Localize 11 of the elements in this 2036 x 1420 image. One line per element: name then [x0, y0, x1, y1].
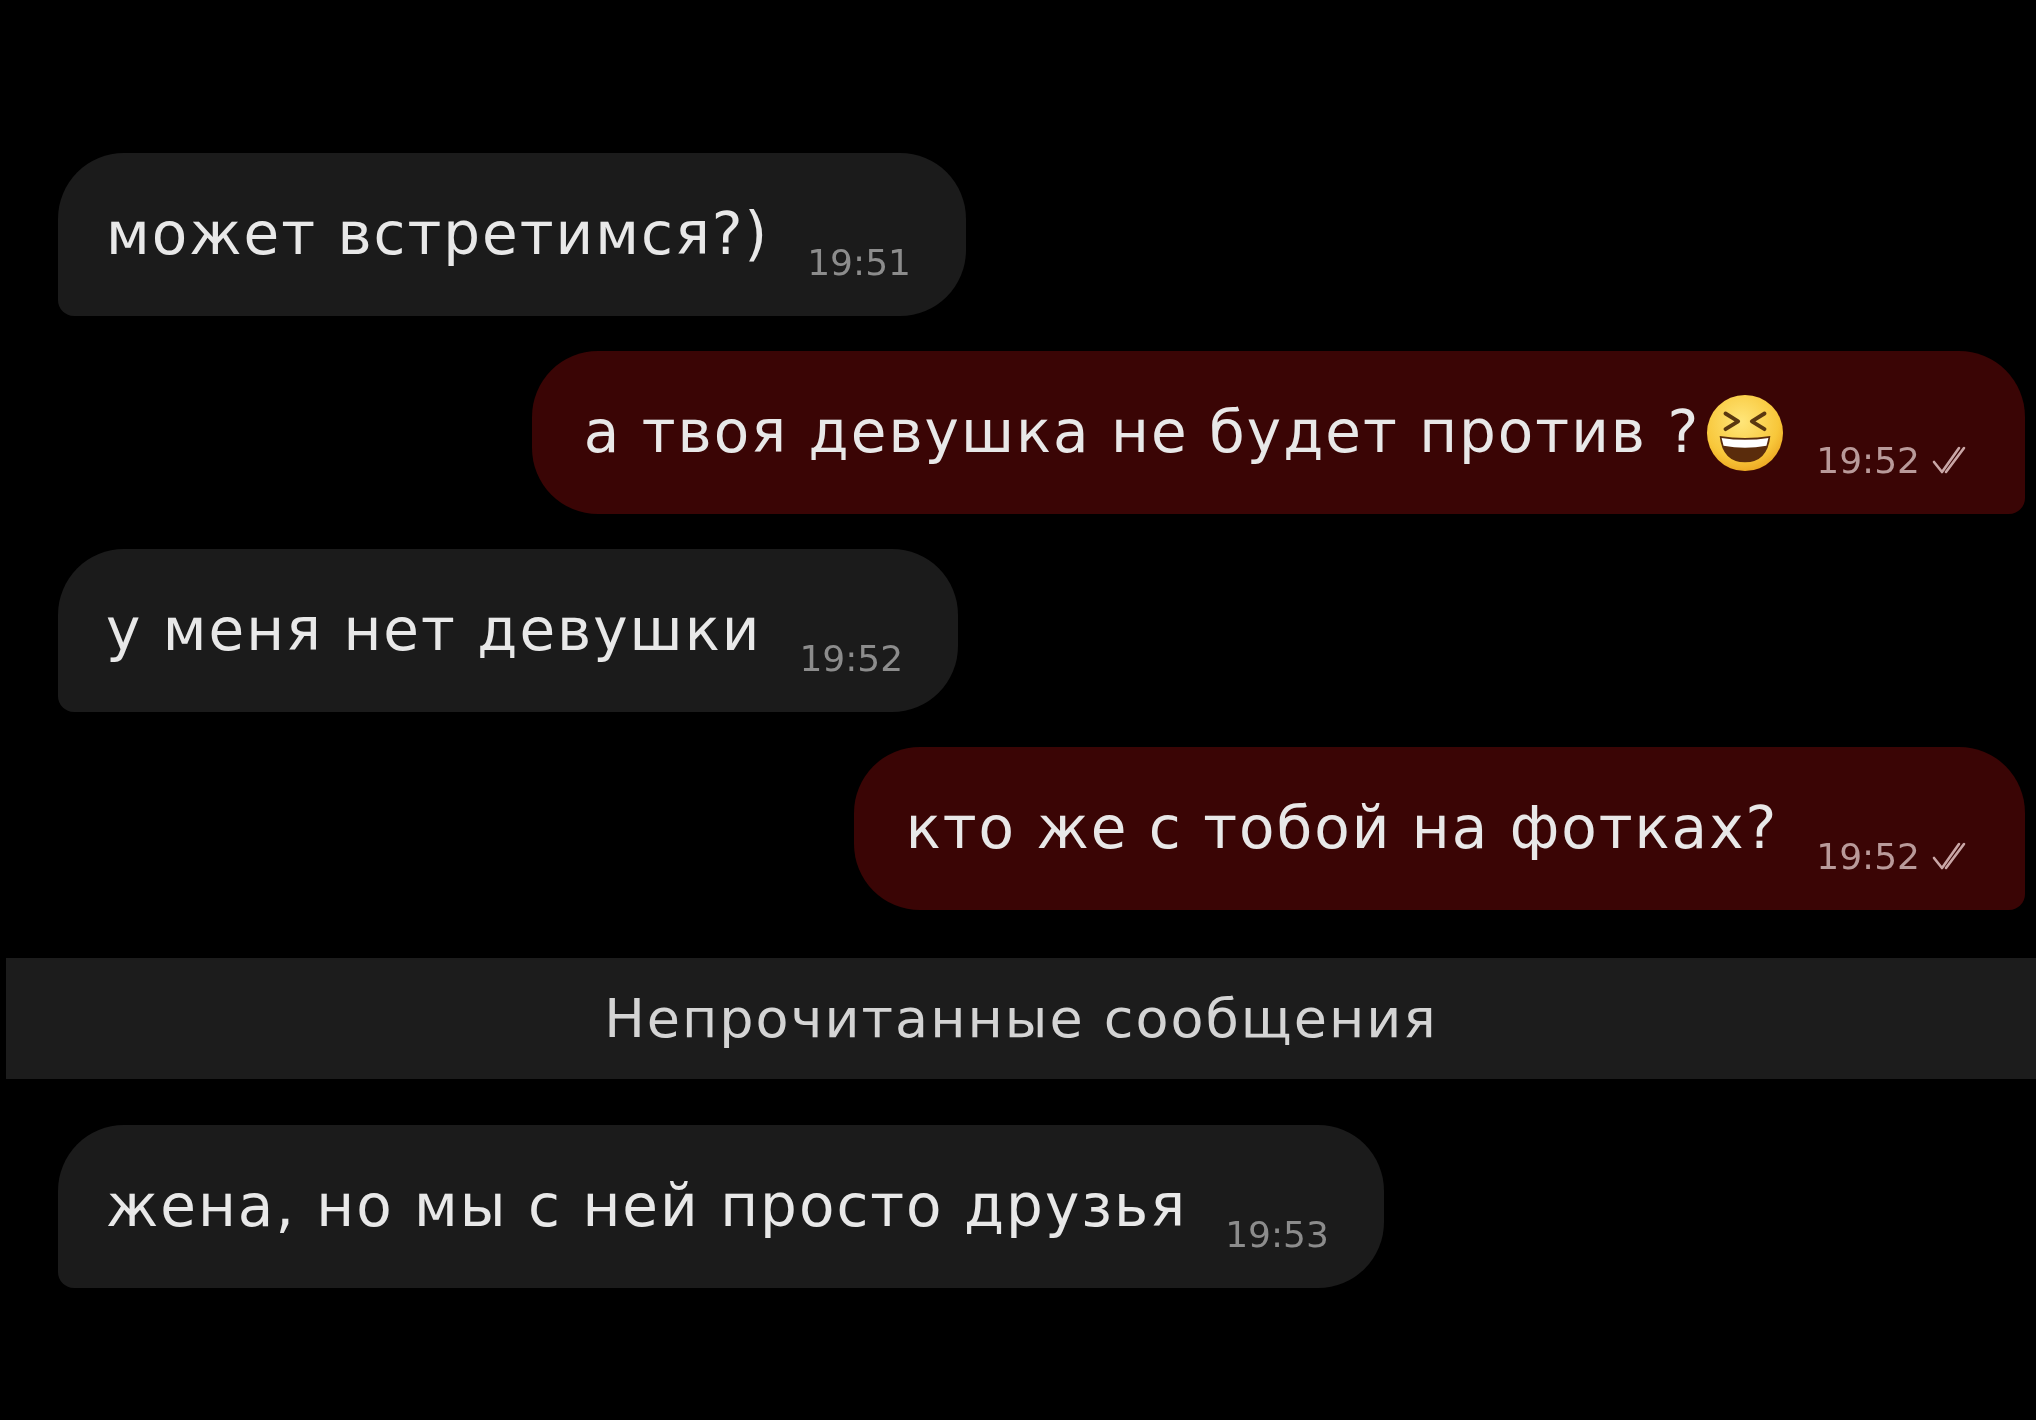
message-time: 19:53: [1225, 1212, 1329, 1257]
message-text: жена, но мы с ней просто друзья: [106, 1171, 1188, 1242]
message-time: 19:51: [807, 240, 911, 285]
message-text: у меня нет девушки: [106, 595, 762, 666]
message-time: 19:52: [1816, 834, 1920, 879]
message-time: 19:52: [799, 636, 904, 681]
message-text: может встретимся?): [106, 199, 770, 270]
message-text: а твоя девушка не будет против ?: [583, 397, 1701, 468]
message-time: 19:52: [1816, 438, 1920, 483]
divider-label: Непрочитанные сообщения: [604, 987, 1438, 1050]
message-text: кто же с тобой на фотках?: [905, 793, 1779, 864]
